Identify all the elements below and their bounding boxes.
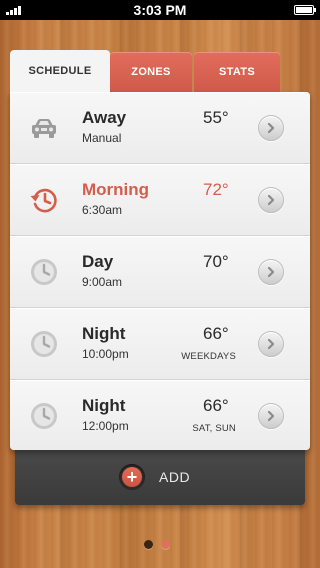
- schedule-name: Day: [82, 252, 114, 271]
- tab-stats[interactable]: STATS: [194, 52, 280, 92]
- schedule-temp: 72°: [203, 180, 229, 199]
- add-label: ADD: [159, 469, 191, 485]
- schedule-time: Manual: [82, 131, 122, 145]
- chevron-right-icon[interactable]: [258, 331, 284, 357]
- add-panel: + ADD: [15, 444, 305, 505]
- tab-zones[interactable]: ZONES: [110, 52, 192, 92]
- schedule-time: 6:30am: [82, 203, 123, 217]
- chevron-right-icon[interactable]: [258, 259, 284, 285]
- schedule-list: Away Manual 55° Morning 6:30am 72° Day 9…: [10, 92, 310, 450]
- battery-icon: [294, 5, 316, 15]
- schedule-name: Night: [82, 324, 126, 343]
- schedule-name: Away: [82, 108, 127, 127]
- car-icon: [28, 112, 60, 144]
- schedule-temp: 70°: [203, 252, 229, 271]
- clock-icon: [28, 400, 60, 432]
- schedule-time: 12:00pm: [82, 419, 129, 433]
- clock-icon: [28, 328, 60, 360]
- add-button[interactable]: + ADD: [119, 464, 190, 490]
- schedule-days: SAT, SUN: [192, 423, 236, 434]
- schedule-row-day[interactable]: Day 9:00am 70°: [10, 236, 310, 308]
- plus-icon: +: [119, 464, 145, 490]
- clock-icon: [28, 256, 60, 288]
- page-dot-1[interactable]: [144, 540, 153, 549]
- schedule-temp: 66°: [203, 324, 229, 343]
- page-dot-2[interactable]: [161, 540, 170, 549]
- schedule-days: WEEKDAYS: [181, 351, 236, 362]
- schedule-name: Morning: [82, 180, 150, 199]
- tab-schedule[interactable]: SCHEDULE: [10, 50, 110, 92]
- chevron-right-icon[interactable]: [258, 187, 284, 213]
- status-bar: 3:03 PM: [0, 0, 320, 20]
- tab-bar: SCHEDULE ZONES STATS: [10, 50, 310, 92]
- schedule-row-morning[interactable]: Morning 6:30am 72°: [10, 164, 310, 236]
- status-time: 3:03 PM: [133, 2, 187, 18]
- page-indicator: [144, 540, 170, 549]
- signal-icon: [6, 6, 21, 15]
- schedule-temp: 66°: [203, 396, 229, 415]
- schedule-name: Night: [82, 396, 126, 415]
- schedule-row-away[interactable]: Away Manual 55°: [10, 92, 310, 164]
- history-clock-icon: [28, 184, 60, 216]
- chevron-right-icon[interactable]: [258, 403, 284, 429]
- schedule-time: 9:00am: [82, 275, 123, 289]
- schedule-row-night-weekend[interactable]: Night 12:00pm 66° SAT, SUN: [10, 380, 310, 450]
- schedule-row-night-weekdays[interactable]: Night 10:00pm 66° WEEKDAYS: [10, 308, 310, 380]
- chevron-right-icon[interactable]: [258, 115, 284, 141]
- schedule-time: 10:00pm: [82, 347, 129, 361]
- schedule-temp: 55°: [203, 108, 229, 127]
